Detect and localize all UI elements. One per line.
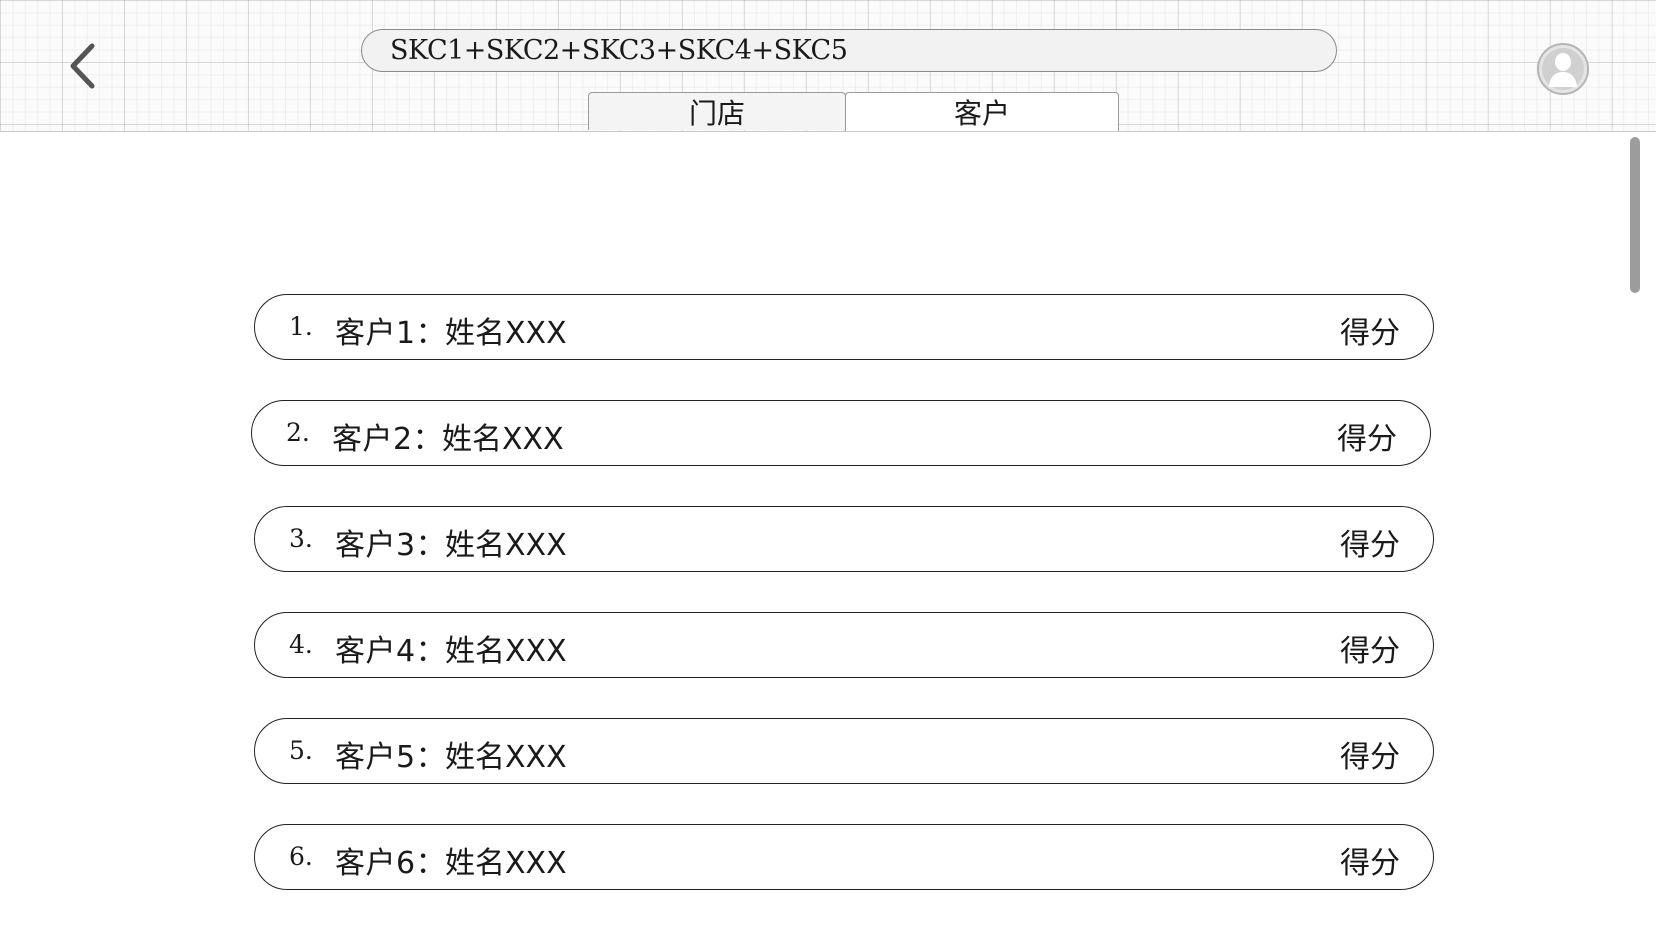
list-item-index: 4.: [289, 630, 313, 659]
list-item-label: 客户4：: [335, 634, 447, 669]
list-item[interactable]: 3. 客户3： 姓名XXX 得分: [254, 506, 1434, 572]
list-item-name: 姓名XXX: [445, 846, 567, 881]
list-item-label: 客户6：: [335, 846, 447, 881]
list-item[interactable]: 5. 客户5： 姓名XXX 得分: [254, 718, 1434, 784]
list-item-name: 姓名XXX: [445, 634, 567, 669]
list-item-name: 姓名XXX: [445, 740, 567, 775]
header-bar: SKC1+SKC2+SKC3+SKC4+SKC5 门店 客户: [0, 0, 1656, 132]
tab-customer[interactable]: 客户: [845, 92, 1119, 131]
list-item[interactable]: 6. 客户6： 姓名XXX 得分: [254, 824, 1434, 890]
list-item-score: 得分: [1340, 740, 1400, 775]
list-item-score: 得分: [1340, 316, 1400, 351]
list-item[interactable]: 2. 客户2： 姓名XXX 得分: [251, 400, 1431, 466]
list-item-label: 客户5：: [335, 740, 447, 775]
avatar[interactable]: [1536, 42, 1590, 96]
list-item-name: 姓名XXX: [442, 422, 564, 457]
tab-bar: 门店 客户: [588, 92, 1119, 131]
list-item-label: 客户3：: [335, 528, 447, 563]
list-item-score: 得分: [1340, 528, 1400, 563]
list-item-index: 3.: [289, 524, 313, 553]
list-item-index: 6.: [289, 842, 313, 871]
list-item-score: 得分: [1337, 422, 1397, 457]
tab-customer-label: 客户: [953, 97, 1010, 130]
list-item-label: 客户2：: [332, 422, 444, 457]
list-item-name: 姓名XXX: [445, 528, 567, 563]
page: SKC1+SKC2+SKC3+SKC4+SKC5 门店 客户 1. 客户1： 姓…: [0, 0, 1656, 930]
list-item-score: 得分: [1340, 846, 1400, 881]
list-item[interactable]: 1. 客户1： 姓名XXX 得分: [254, 294, 1434, 360]
back-button[interactable]: [58, 38, 106, 94]
scrollbar-thumb[interactable]: [1630, 137, 1640, 293]
list-item-index: 5.: [289, 736, 313, 765]
tab-store[interactable]: 门店: [588, 92, 846, 130]
search-input-value: SKC1+SKC2+SKC3+SKC4+SKC5: [390, 35, 848, 66]
search-input[interactable]: SKC1+SKC2+SKC3+SKC4+SKC5: [361, 29, 1337, 72]
list-item-score: 得分: [1340, 634, 1400, 669]
list-item-index: 1.: [289, 312, 313, 341]
list-item-label: 客户1：: [335, 316, 447, 351]
list-item[interactable]: 4. 客户4： 姓名XXX 得分: [254, 612, 1434, 678]
list-item-index: 2.: [286, 418, 310, 447]
tab-store-label: 门店: [688, 96, 745, 130]
chevron-left-icon: [70, 43, 95, 89]
list-item-name: 姓名XXX: [445, 316, 567, 351]
user-avatar-icon: [1537, 43, 1589, 95]
